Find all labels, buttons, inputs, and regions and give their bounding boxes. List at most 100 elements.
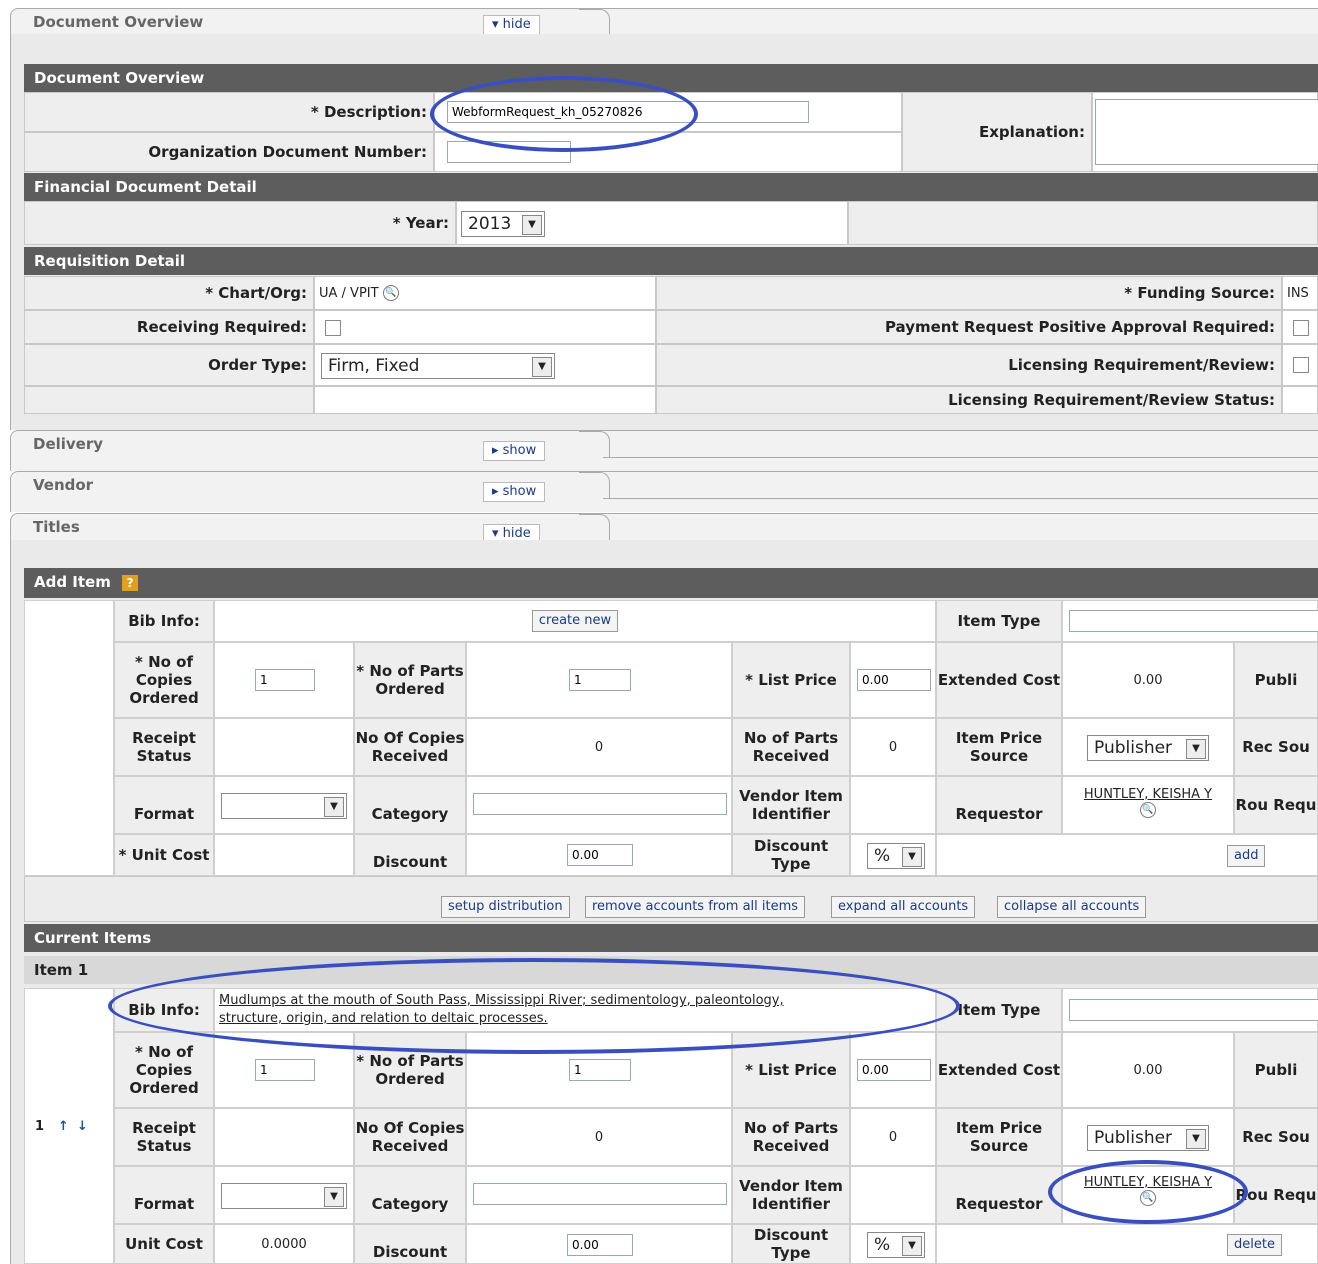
description-label: * Description: xyxy=(24,92,434,132)
discount-type-select[interactable]: % ▼ xyxy=(867,843,925,869)
price-source-select[interactable]: Publisher ▼ xyxy=(1087,735,1209,761)
licensing-review-label: Licensing Requirement/Review: xyxy=(656,344,1282,386)
hide-button[interactable]: ▾ hide xyxy=(483,15,540,35)
requestor-label: Requestor xyxy=(936,776,1062,834)
category-label: Category xyxy=(354,776,466,834)
list-price-label: * List Price xyxy=(732,642,850,718)
financial-detail-header: Financial Document Detail xyxy=(24,173,1318,201)
move-down-icon[interactable]: ↓ xyxy=(77,1119,88,1134)
item-row-number: 1 xyxy=(35,1118,45,1134)
format-label: Format xyxy=(114,1166,214,1224)
receipt-status-label: Receipt Status xyxy=(114,1108,214,1166)
discount-input[interactable] xyxy=(567,844,633,866)
discount-type-label: Discount Type xyxy=(732,1224,850,1264)
help-icon[interactable]: ? xyxy=(122,575,139,591)
list-price-input[interactable] xyxy=(857,1059,931,1081)
year-select[interactable]: 2013 ▼ xyxy=(461,211,545,237)
setup-distribution-button[interactable]: setup distribution xyxy=(441,896,570,918)
extended-cost-value: 0.00 xyxy=(1062,642,1234,718)
add-button[interactable]: add xyxy=(1227,845,1266,867)
explanation-label: Explanation: xyxy=(902,92,1092,172)
category-input[interactable] xyxy=(473,793,727,815)
list-price-input[interactable] xyxy=(857,669,931,691)
rec-source-label: Rec Sou xyxy=(1234,718,1318,776)
order-type-select[interactable]: Firm, Fixed ▼ xyxy=(321,353,555,379)
delete-button[interactable]: delete xyxy=(1227,1234,1282,1256)
payment-approval-label: Payment Request Positive Approval Requir… xyxy=(656,310,1282,344)
licensing-review-checkbox[interactable] xyxy=(1293,357,1309,373)
item-type-input[interactable] xyxy=(1069,999,1318,1021)
section-header: Document Overview xyxy=(24,64,1318,92)
payment-approval-checkbox[interactable] xyxy=(1293,320,1309,336)
account-actions-row: setup distribution remove accounts from … xyxy=(24,876,1318,922)
discount-type-select[interactable]: % ▼ xyxy=(867,1232,925,1258)
price-source-label: Item Price Source xyxy=(936,1108,1062,1166)
item-type-label: Item Type xyxy=(936,600,1062,642)
current-items-header: Current Items xyxy=(24,924,1318,952)
add-item-header: Add Item ? xyxy=(24,568,1318,598)
discount-type-label: Discount Type xyxy=(732,834,850,876)
lookup-icon[interactable]: 🔍 xyxy=(382,285,399,301)
copies-received-label: No Of Copies Received xyxy=(354,718,466,776)
copies-received-label: No Of Copies Received xyxy=(354,1108,466,1166)
item-type-input[interactable] xyxy=(1069,610,1318,632)
lookup-icon[interactable]: 🔍 xyxy=(1140,802,1156,818)
discount-input[interactable] xyxy=(567,1234,633,1256)
copies-ordered-input[interactable] xyxy=(255,1059,315,1081)
format-label: Format xyxy=(114,776,214,834)
rec-source-label: Rec Sou xyxy=(1234,1108,1318,1166)
remove-accounts-button[interactable]: remove accounts from all items xyxy=(585,896,806,918)
bib-info-label: Bib Info: xyxy=(114,600,214,642)
tab-title: Titles xyxy=(33,518,80,536)
licensing-status-label: Licensing Requirement/Review Status: xyxy=(656,386,1282,414)
parts-received-label: No of Parts Received xyxy=(732,1108,850,1166)
category-input[interactable] xyxy=(473,1183,727,1205)
parts-ordered-label: * No of Parts Ordered xyxy=(354,642,466,718)
chart-org-value: UA / VPIT xyxy=(319,285,379,301)
delivery-tab[interactable]: Delivery ▸ show xyxy=(10,430,1318,471)
extended-cost-label: Extended Cost xyxy=(936,642,1062,718)
expand-accounts-button[interactable]: expand all accounts xyxy=(831,896,976,918)
extended-cost-value: 0.00 xyxy=(1062,1032,1234,1108)
publisher-label: Publi xyxy=(1234,642,1318,718)
tab-title: Document Overview xyxy=(33,13,204,31)
parts-ordered-input[interactable] xyxy=(569,669,631,691)
price-source-select[interactable]: Publisher ▼ xyxy=(1087,1125,1209,1151)
parts-ordered-input[interactable] xyxy=(569,1059,631,1081)
annotation-oval xyxy=(108,958,960,1054)
vendor-item-id-label: Vendor Item Identifier xyxy=(732,776,850,834)
discount-label: Discount xyxy=(354,1224,466,1264)
parts-received-value: 0 xyxy=(850,718,936,776)
unit-cost-value: 0.0000 xyxy=(214,1224,354,1264)
copies-ordered-label: * No of Copies Ordered xyxy=(114,642,214,718)
format-select[interactable]: ▼ xyxy=(221,793,347,819)
price-source-label: Item Price Source xyxy=(936,718,1062,776)
extended-cost-label: Extended Cost xyxy=(936,1032,1062,1108)
category-label: Category xyxy=(354,1166,466,1224)
org-doc-number-label: Organization Document Number: xyxy=(24,132,434,172)
annotation-oval xyxy=(1048,1160,1248,1224)
parts-received-label: No of Parts Received xyxy=(732,718,850,776)
copies-ordered-input[interactable] xyxy=(255,669,315,691)
requestor-link[interactable]: HUNTLEY, KEISHA Y xyxy=(1084,787,1212,802)
vendor-tab[interactable]: Vendor ▸ show xyxy=(10,471,1318,512)
show-button[interactable]: ▸ show xyxy=(483,441,546,461)
unit-cost-label: * Unit Cost xyxy=(114,834,214,876)
routing-required-label: Rou Requ xyxy=(1234,776,1318,834)
move-up-icon[interactable]: ↑ xyxy=(58,1119,69,1134)
explanation-textarea[interactable] xyxy=(1095,99,1318,165)
funding-source-value: INS xyxy=(1282,276,1318,310)
show-button[interactable]: ▸ show xyxy=(483,482,546,502)
create-new-button[interactable]: create new xyxy=(531,610,619,632)
copies-ordered-label: * No of Copies Ordered xyxy=(114,1032,214,1108)
discount-label: Discount xyxy=(354,834,466,876)
unit-cost-label: Unit Cost xyxy=(114,1224,214,1264)
copies-received-value: 0 xyxy=(466,1108,732,1166)
format-select[interactable]: ▼ xyxy=(221,1183,347,1209)
collapse-accounts-button[interactable]: collapse all accounts xyxy=(997,896,1147,918)
year-label: * Year: xyxy=(24,201,456,245)
receiving-required-label: Receiving Required: xyxy=(24,310,314,344)
receiving-required-checkbox[interactable] xyxy=(325,320,341,336)
requisition-detail-header: Requisition Detail xyxy=(24,247,1318,275)
requestor-label: Requestor xyxy=(936,1166,1062,1224)
